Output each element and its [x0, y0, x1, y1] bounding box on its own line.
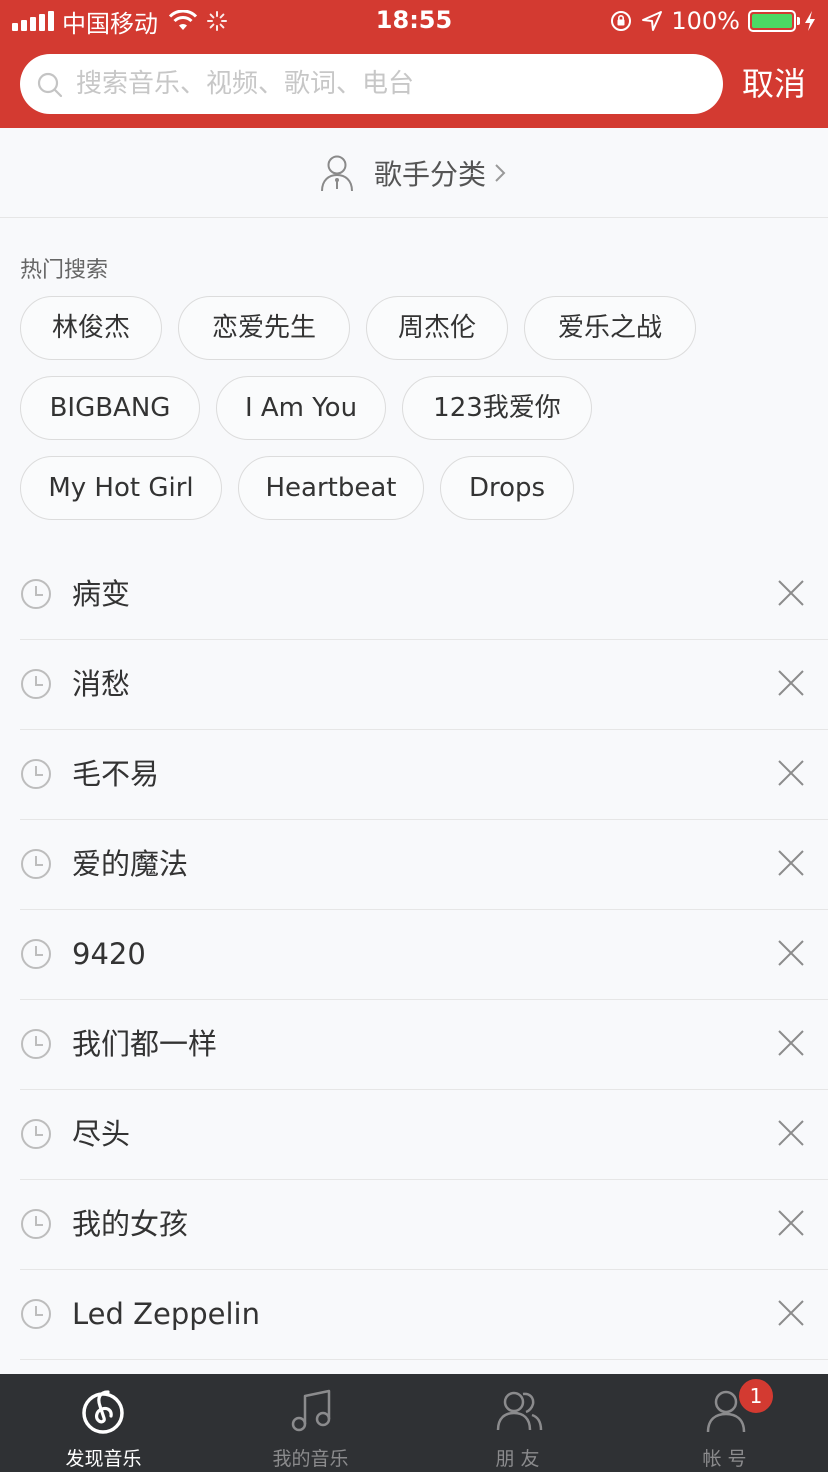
- tab-discover-music[interactable]: 发现音乐: [0, 1374, 207, 1472]
- clock-icon: [21, 849, 51, 879]
- tab-account[interactable]: 帐 号: [621, 1374, 828, 1472]
- friends-icon: [496, 1391, 543, 1431]
- history-item-text: 消愁: [72, 667, 131, 701]
- history-item[interactable]: 消愁: [0, 640, 828, 730]
- clock-icon: [21, 669, 51, 699]
- divider: [20, 1359, 828, 1360]
- history-item-text: Led Zeppelin: [72, 1297, 260, 1331]
- close-icon[interactable]: [776, 578, 806, 608]
- history-item-text: 我们都一样: [72, 1027, 218, 1061]
- history-item-text: 尽头: [72, 1117, 131, 1151]
- history-item[interactable]: 爱的魔法: [0, 820, 828, 910]
- chevron-right-icon: [495, 163, 506, 182]
- hot-search-tag[interactable]: 林俊杰: [20, 296, 162, 360]
- history-item-text: 我的女孩: [72, 1207, 189, 1241]
- history-item[interactable]: 我的女孩: [0, 1180, 828, 1270]
- tab-friends[interactable]: 朋 友: [414, 1374, 621, 1472]
- clock-icon: [21, 1119, 51, 1149]
- close-icon[interactable]: [776, 848, 806, 878]
- clock-icon: [21, 579, 51, 609]
- tab-label: 我的音乐: [272, 1448, 349, 1470]
- tab-label: 朋 友: [495, 1448, 540, 1470]
- history-item[interactable]: 尽头: [0, 1090, 828, 1180]
- clock-icon: [21, 939, 51, 969]
- clock-icon: [21, 1209, 51, 1239]
- tab-my-music[interactable]: 我的音乐: [207, 1374, 414, 1472]
- hot-search-tag[interactable]: Drops: [440, 456, 574, 520]
- clock-icon: [21, 1029, 51, 1059]
- hot-search-tag[interactable]: 恋爱先生: [178, 296, 350, 360]
- close-icon[interactable]: [776, 938, 806, 968]
- history-item[interactable]: 我们都一样: [0, 1000, 828, 1090]
- charging-bolt-icon: [805, 11, 815, 31]
- search-box[interactable]: [20, 54, 723, 114]
- status-bar: 中国移动 18:55 100%: [0, 0, 828, 42]
- tab-bar: 发现音乐 我的音乐 朋 友 帐 号: [0, 1374, 828, 1472]
- location-arrow-icon: [642, 11, 663, 31]
- battery-icon: [748, 10, 800, 32]
- cancel-button[interactable]: 取消: [742, 62, 806, 106]
- netease-music-logo-icon: [82, 1390, 124, 1434]
- history-item-text: 爱的魔法: [72, 847, 189, 881]
- singer-category-link[interactable]: 歌手分类: [0, 128, 828, 218]
- history-item[interactable]: 病变: [0, 550, 828, 640]
- hot-search-tag[interactable]: BIGBANG: [20, 376, 200, 440]
- tab-label: 帐 号: [702, 1448, 747, 1470]
- status-bar-right: 100%: [609, 6, 816, 36]
- clock-icon: [21, 759, 51, 789]
- orientation-lock-icon: [611, 11, 632, 31]
- close-icon[interactable]: [776, 758, 806, 788]
- hot-search-tag[interactable]: 123我爱你: [402, 376, 592, 440]
- history-item-text: 病变: [72, 577, 131, 611]
- singer-icon: [320, 155, 353, 191]
- history-item[interactable]: Led Zeppelin: [0, 1270, 828, 1360]
- hot-search-tag[interactable]: 周杰伦: [366, 296, 508, 360]
- clock-icon: [21, 1299, 51, 1329]
- hot-search-tag[interactable]: I Am You: [216, 376, 386, 440]
- history-item-text: 毛不易: [72, 757, 160, 791]
- close-icon[interactable]: [776, 1028, 806, 1058]
- history-item[interactable]: 9420: [0, 910, 828, 1000]
- hot-search-tag[interactable]: Heartbeat: [238, 456, 424, 520]
- header: 中国移动 18:55 100% 搜索音乐、视频、歌词、电台 取消: [0, 0, 828, 128]
- tab-label: 发现音乐: [65, 1448, 142, 1470]
- battery-percentage: 100%: [671, 7, 740, 35]
- close-icon[interactable]: [776, 1118, 806, 1148]
- close-icon[interactable]: [776, 1208, 806, 1238]
- notification-badge: 1: [738, 1378, 774, 1414]
- close-icon[interactable]: [776, 668, 806, 698]
- search-input[interactable]: [76, 54, 716, 114]
- music-note-icon: [291, 1389, 331, 1432]
- history-item[interactable]: 毛不易: [0, 730, 828, 820]
- singer-category-label: 歌手分类: [373, 157, 486, 191]
- hot-search-tag[interactable]: 爱乐之战: [524, 296, 696, 360]
- close-icon[interactable]: [776, 1298, 806, 1328]
- hot-search-title: 热门搜索: [20, 258, 109, 283]
- hot-search-tag[interactable]: My Hot Girl: [20, 456, 222, 520]
- search-icon: [37, 72, 63, 98]
- history-item-text: 9420: [72, 937, 146, 971]
